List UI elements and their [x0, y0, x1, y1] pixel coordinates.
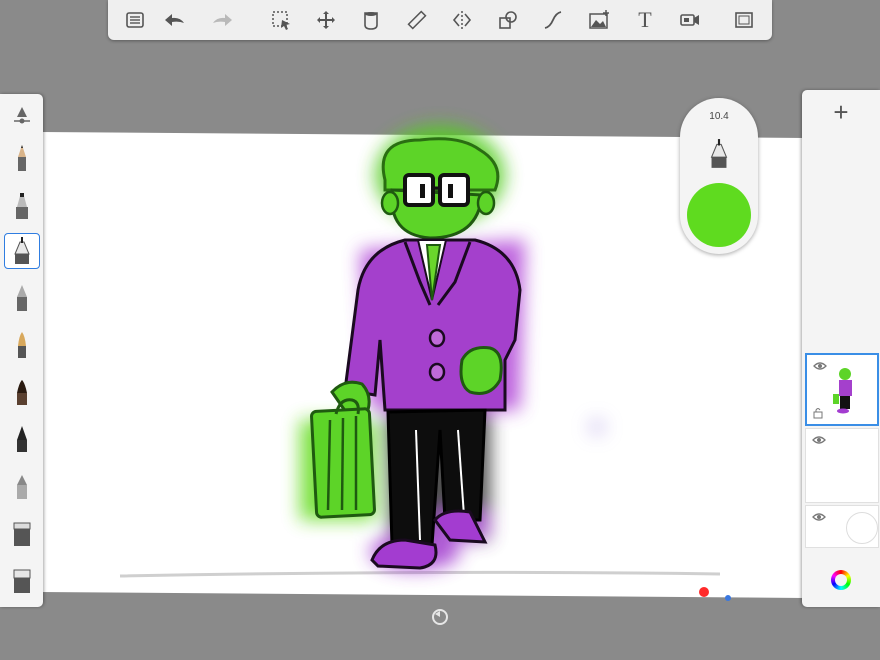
- shapes-icon[interactable]: [493, 6, 523, 34]
- ruler-icon[interactable]: [402, 6, 432, 34]
- background-color-icon: [846, 512, 878, 544]
- flat-brush-icon[interactable]: [4, 374, 40, 410]
- fullscreen-icon[interactable]: [729, 6, 759, 34]
- text-icon-glyph: T: [638, 7, 652, 32]
- marker-brush-icon[interactable]: [4, 188, 40, 224]
- undo-icon[interactable]: [160, 6, 190, 34]
- text-icon[interactable]: T: [630, 6, 660, 34]
- paint-brush-icon[interactable]: [4, 327, 40, 363]
- rotate-icon[interactable]: [431, 608, 449, 626]
- pencil-brush-icon[interactable]: [4, 140, 40, 176]
- soft-eraser-brush-icon[interactable]: [4, 468, 40, 504]
- transform-icon[interactable]: [311, 6, 341, 34]
- layer-panel: +: [802, 90, 880, 607]
- curve-icon[interactable]: [538, 6, 568, 34]
- brush-puck[interactable]: 10.4: [680, 98, 758, 254]
- current-brush-icon: [707, 138, 731, 170]
- record-icon[interactable]: [675, 6, 705, 34]
- color-wheel-icon[interactable]: [831, 570, 851, 590]
- layer-thumbnail[interactable]: [805, 353, 879, 426]
- image-icon[interactable]: [584, 6, 614, 34]
- symmetry-icon[interactable]: [447, 6, 477, 34]
- ink-pen-brush-icon[interactable]: [4, 233, 40, 269]
- layers-list-icon[interactable]: [120, 6, 150, 34]
- eye-icon[interactable]: [812, 512, 826, 522]
- eraser-brush-icon[interactable]: [4, 562, 40, 598]
- eye-icon[interactable]: [813, 361, 827, 371]
- brush-size-label: 10.4: [709, 111, 729, 122]
- add-layer-button[interactable]: +: [802, 90, 880, 134]
- smudge-brush-icon[interactable]: [4, 515, 40, 551]
- eye-icon[interactable]: [812, 435, 826, 445]
- canvas-artwork: [119, 125, 731, 601]
- background-layer[interactable]: [805, 505, 879, 548]
- brush-palette: [0, 94, 43, 607]
- main-toolbar: T: [108, 0, 772, 40]
- color-swatch[interactable]: [687, 183, 751, 247]
- airbrush-brush-icon[interactable]: [4, 280, 40, 316]
- layer-preview-figure: [833, 368, 852, 414]
- redo-icon[interactable]: [207, 6, 237, 34]
- brush-adjust-icon[interactable]: [4, 96, 40, 132]
- selection-icon[interactable]: [266, 6, 296, 34]
- layer-thumbnail[interactable]: [805, 428, 879, 503]
- fill-icon[interactable]: [356, 6, 386, 34]
- fine-brush-icon[interactable]: [4, 421, 40, 457]
- lock-icon[interactable]: [813, 407, 823, 419]
